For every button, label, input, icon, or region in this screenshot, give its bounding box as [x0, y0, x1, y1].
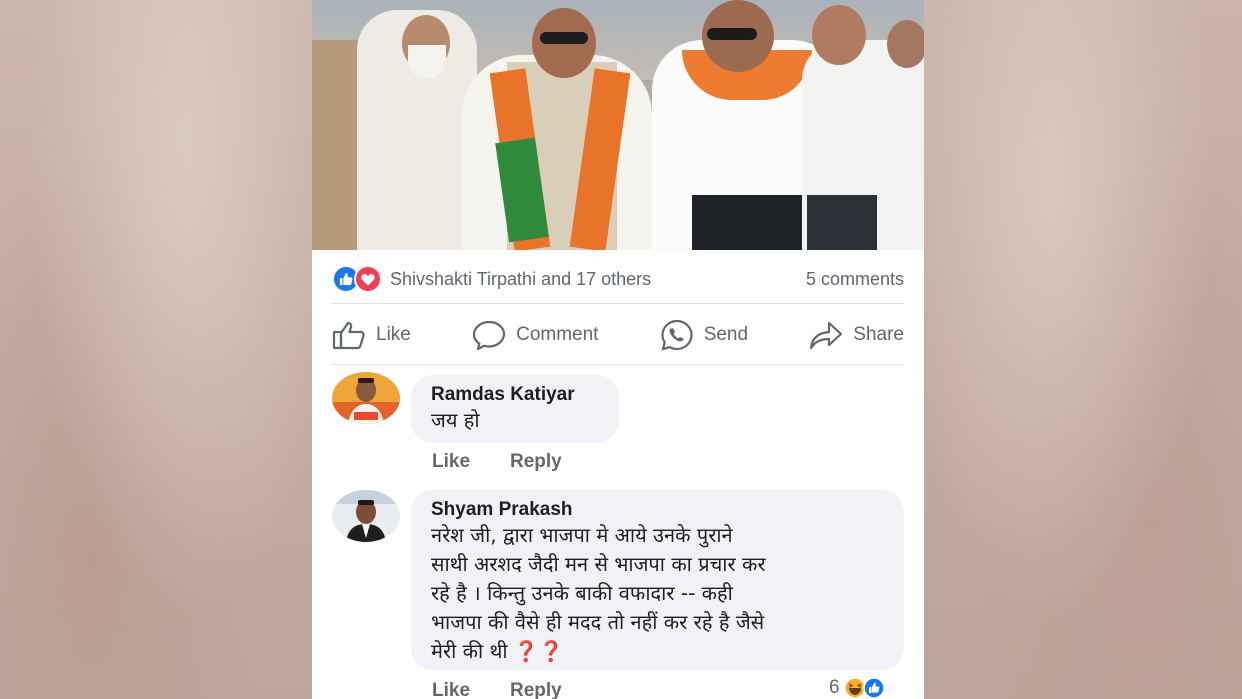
- thumbs-up-icon: [332, 320, 366, 350]
- facebook-post: Shivshakti Tirpathi and 17 others 5 comm…: [312, 0, 924, 699]
- reactions-bar[interactable]: Shivshakti Tirpathi and 17 others 5 comm…: [332, 262, 904, 296]
- comment-line: भाजपा की वैसे ही मदद तो नहीं कर रहे है ज…: [431, 610, 765, 634]
- background-right: [924, 0, 1242, 699]
- comment-like-link[interactable]: Like: [432, 680, 470, 699]
- post-actions: Like Comment Send Share: [332, 312, 904, 358]
- comment-bubble: Ramdas Katiyar जय हो: [411, 375, 619, 443]
- question-marks: ❓❓: [513, 639, 564, 663]
- reactors-text[interactable]: Shivshakti Tirpathi and 17 others: [390, 269, 651, 290]
- comment-icon: [472, 320, 506, 350]
- whatsapp-icon: [660, 319, 694, 351]
- comment-author[interactable]: Ramdas Katiyar: [431, 384, 575, 406]
- comment-label: Comment: [516, 324, 599, 345]
- like-label: Like: [376, 324, 411, 345]
- comment-line-text: मेरी की थी: [431, 639, 508, 663]
- share-button[interactable]: Share: [809, 320, 904, 350]
- divider: [332, 303, 904, 304]
- love-reaction-icon: [354, 265, 382, 293]
- comment-bubble: Shyam Prakash नरेश जी, द्वारा भाजपा मे आ…: [411, 490, 904, 670]
- comment-reaction-count: 6: [829, 677, 840, 698]
- comment-like-link[interactable]: Like: [432, 451, 470, 473]
- comment-text: नरेश जी, द्वारा भाजपा मे आये उनके पुराने…: [431, 521, 891, 666]
- send-label: Send: [703, 324, 749, 345]
- comment-button[interactable]: Comment: [472, 320, 598, 350]
- avatar[interactable]: [332, 372, 400, 424]
- comment-text: जय हो: [431, 408, 480, 432]
- comment-line: नरेश जी, द्वारा भाजपा मे आये उनके पुराने: [431, 523, 733, 547]
- comments-count[interactable]: 5 comments: [806, 269, 904, 290]
- haha-like-reaction-icon: [843, 677, 885, 699]
- comment-reactions[interactable]: 6: [829, 677, 890, 699]
- comment-reply-link[interactable]: Reply: [510, 680, 562, 699]
- reaction-icons: [332, 265, 382, 293]
- avatar[interactable]: [332, 490, 400, 542]
- comment-reply-link[interactable]: Reply: [510, 451, 562, 473]
- background-left: [0, 0, 312, 699]
- post-photo[interactable]: [312, 0, 924, 250]
- share-label: Share: [853, 324, 904, 345]
- comment-line: रहे है । किन्तु उनके बाकी वफादार -- कही: [431, 581, 733, 605]
- share-arrow-icon: [809, 320, 843, 350]
- divider: [332, 364, 904, 365]
- send-button[interactable]: Send: [660, 319, 748, 351]
- comment-line: साथी अरशद जैदी मन से भाजपा का प्रचार कर: [431, 552, 766, 576]
- comment-line: मेरी की थी ❓❓: [431, 637, 891, 666]
- comment-author[interactable]: Shyam Prakash: [431, 499, 573, 521]
- like-button[interactable]: Like: [332, 320, 411, 350]
